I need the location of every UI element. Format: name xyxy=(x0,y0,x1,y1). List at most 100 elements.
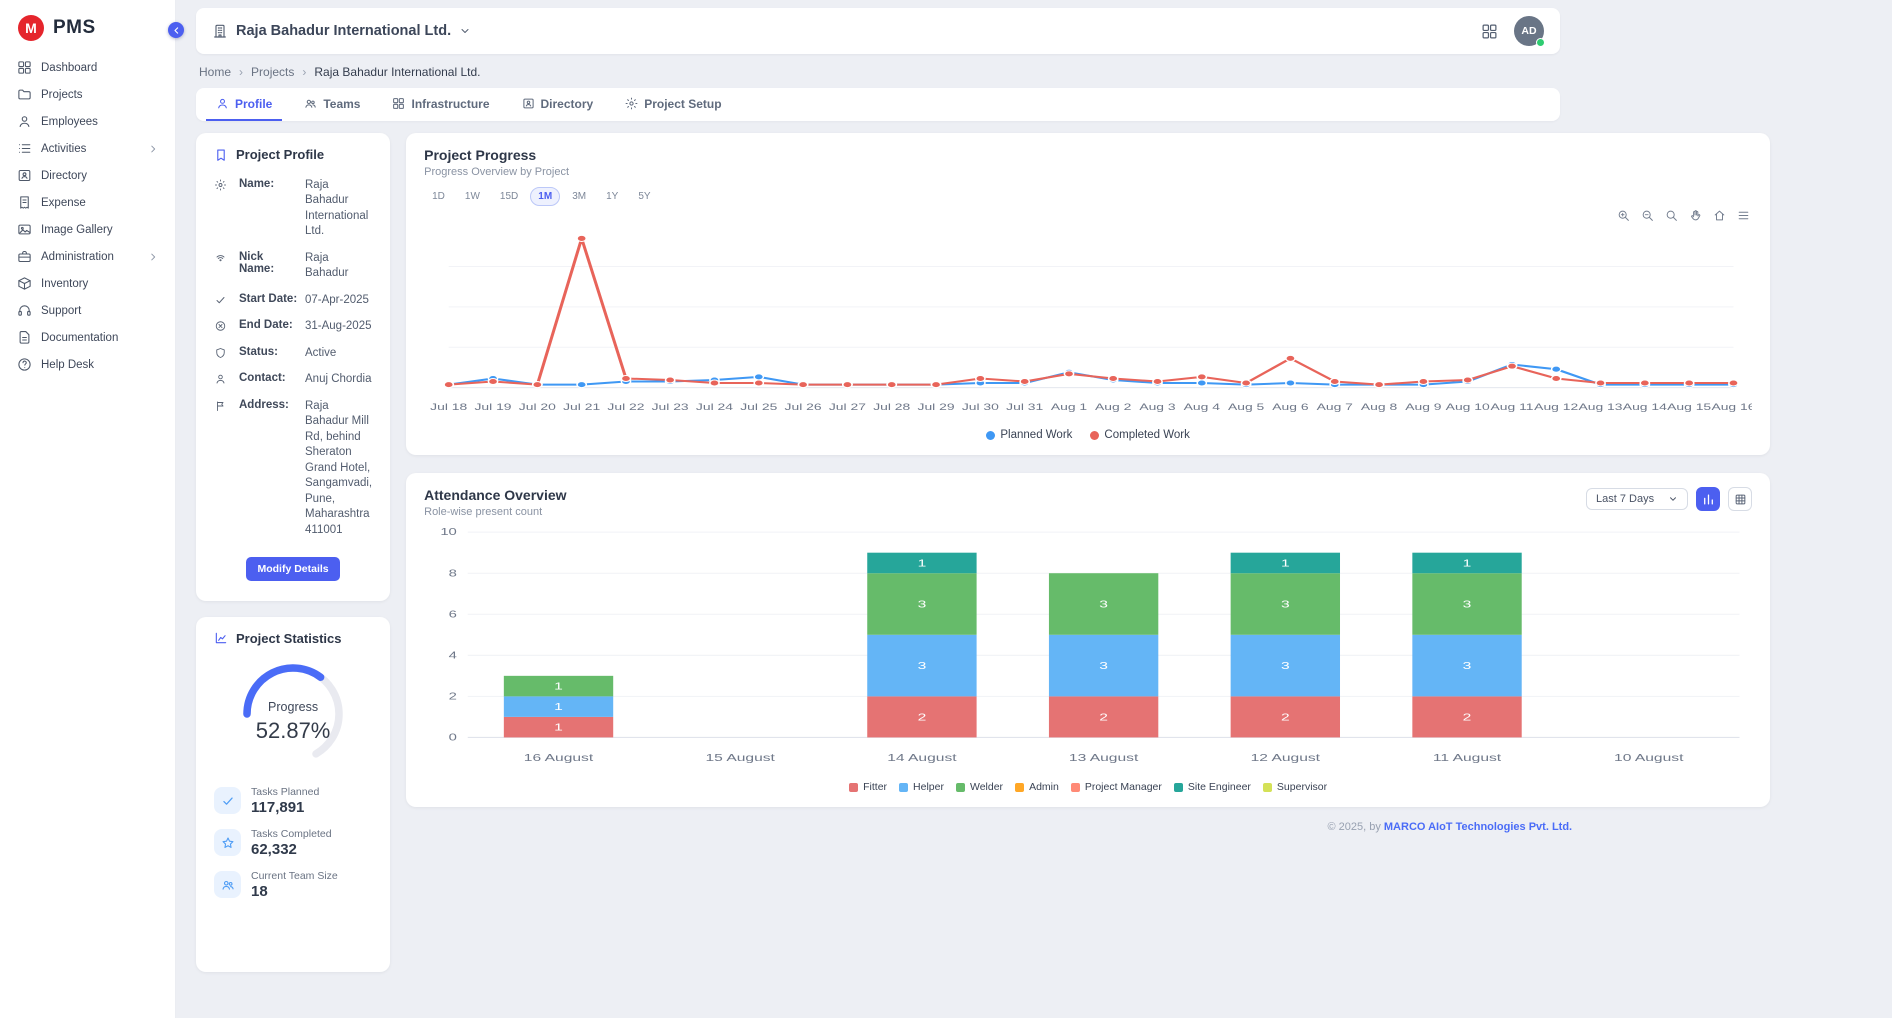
legend-item[interactable]: Helper xyxy=(899,781,944,793)
svg-text:Jul 22: Jul 22 xyxy=(608,402,645,412)
legend-item[interactable]: Fitter xyxy=(849,781,887,793)
sidebar-item-documentation[interactable]: Documentation xyxy=(8,325,167,350)
project-profile-card: Project Profile Name: Raja Bahadur Inter… xyxy=(196,133,390,601)
field-value: Raja Bahadur International Ltd. xyxy=(305,178,372,240)
range-1y-button[interactable]: 1Y xyxy=(598,187,626,206)
range-3m-button[interactable]: 3M xyxy=(564,187,594,206)
range-1d-button[interactable]: 1D xyxy=(424,187,453,206)
company-selector[interactable]: Raja Bahadur International Ltd. xyxy=(212,23,471,39)
chart-subtitle: Progress Overview by Project xyxy=(424,166,1752,178)
shield-icon xyxy=(214,346,227,359)
sidebar-item-label: Projects xyxy=(41,89,83,101)
pan-icon[interactable] xyxy=(1689,209,1702,222)
sidebar-item-help-desk[interactable]: Help Desk xyxy=(8,352,167,377)
project-progress-chart[interactable]: Jul 18Jul 19Jul 20Jul 21Jul 22Jul 23Jul … xyxy=(424,214,1752,422)
tab-infrastructure[interactable]: Infrastructure xyxy=(382,88,499,121)
sidebar-item-dashboard[interactable]: Dashboard xyxy=(8,55,167,80)
user-avatar[interactable]: AD xyxy=(1514,16,1544,46)
chart-view-button[interactable] xyxy=(1696,487,1720,511)
chevron-right-icon xyxy=(148,252,158,262)
box-icon xyxy=(17,276,32,291)
card-title: Project Statistics xyxy=(236,631,342,646)
stat-label: Tasks Completed xyxy=(251,828,332,840)
breadcrumb-current: Raja Bahadur International Ltd. xyxy=(314,65,480,79)
legend-item[interactable]: Site Engineer xyxy=(1174,781,1251,793)
footer-company-link[interactable]: MARCO AIoT Technologies Pvt. Ltd. xyxy=(1384,821,1572,833)
tab-project-setup[interactable]: Project Setup xyxy=(615,88,731,121)
table-view-button[interactable] xyxy=(1728,487,1752,511)
zoom-in-icon[interactable] xyxy=(1617,209,1630,222)
svg-text:Jul 29: Jul 29 xyxy=(918,402,955,412)
field-value: 07-Apr-2025 xyxy=(305,293,372,309)
legend-item[interactable]: Completed Work xyxy=(1090,429,1189,441)
sidebar-item-support[interactable]: Support xyxy=(8,298,167,323)
breadcrumb-projects[interactable]: Projects xyxy=(251,65,294,79)
page-footer: © 2025, by MARCO AIoT Technologies Pvt. … xyxy=(406,821,1770,833)
range-5y-button[interactable]: 5Y xyxy=(630,187,658,206)
tab-profile[interactable]: Profile xyxy=(206,88,282,121)
svg-text:1: 1 xyxy=(554,701,563,713)
help-circle-icon xyxy=(17,357,32,372)
stat-label: Tasks Planned xyxy=(251,786,319,798)
attendance-overview-card: Attendance Overview Role-wise present co… xyxy=(406,473,1770,807)
page-content: Raja Bahadur International Ltd. AD Home … xyxy=(176,0,1560,972)
range-1m-button[interactable]: 1M xyxy=(530,187,560,206)
range-1w-button[interactable]: 1W xyxy=(457,187,488,206)
sidebar-item-projects[interactable]: Projects xyxy=(8,82,167,107)
field-value: 31-Aug-2025 xyxy=(305,319,372,335)
tab-teams[interactable]: Teams xyxy=(294,88,370,121)
zoom-select-icon[interactable] xyxy=(1665,209,1678,222)
sidebar-item-expense[interactable]: Expense xyxy=(8,190,167,215)
menu-icon[interactable] xyxy=(1737,209,1750,222)
timerange-select[interactable]: Last 7 Days xyxy=(1586,488,1688,510)
modify-details-button[interactable]: Modify Details xyxy=(246,557,339,581)
chart-title: Attendance Overview xyxy=(424,487,566,503)
home-icon[interactable] xyxy=(1713,209,1726,222)
tab-directory[interactable]: Directory xyxy=(512,88,604,121)
svg-text:Aug 12: Aug 12 xyxy=(1534,402,1578,412)
zoom-out-icon[interactable] xyxy=(1641,209,1654,222)
breadcrumb-home[interactable]: Home xyxy=(199,65,231,79)
field-value: Anuj Chordia xyxy=(305,372,372,388)
svg-text:2: 2 xyxy=(1281,711,1290,723)
gear-icon xyxy=(214,178,227,191)
field-label: Address: xyxy=(239,399,299,411)
stat-current-team-size: Current Team Size 18 xyxy=(214,870,372,900)
legend-item[interactable]: Welder xyxy=(956,781,1003,793)
sidebar-item-label: Directory xyxy=(41,170,87,182)
range-15d-button[interactable]: 15D xyxy=(492,187,526,206)
chevron-down-icon xyxy=(459,25,471,37)
svg-text:Jul 31: Jul 31 xyxy=(1006,402,1043,412)
sidebar-collapse-button[interactable] xyxy=(168,22,184,38)
sidebar-item-directory[interactable]: Directory xyxy=(8,163,167,188)
sidebar-item-label: Dashboard xyxy=(41,62,97,74)
svg-text:8: 8 xyxy=(449,568,457,579)
sidebar-item-image-gallery[interactable]: Image Gallery xyxy=(8,217,167,242)
svg-text:Jul 24: Jul 24 xyxy=(696,402,734,412)
svg-text:Aug 1: Aug 1 xyxy=(1051,402,1087,412)
stat-tasks-completed: Tasks Completed 62,332 xyxy=(214,828,372,858)
legend-item[interactable]: Admin xyxy=(1015,781,1059,793)
sidebar-item-administration[interactable]: Administration xyxy=(8,244,167,269)
field-label: Contact: xyxy=(239,372,299,384)
project-progress-card: Project Progress Progress Overview by Pr… xyxy=(406,133,1770,455)
legend-item[interactable]: Supervisor xyxy=(1263,781,1327,793)
sidebar-item-activities[interactable]: Activities xyxy=(8,136,167,161)
breadcrumb: Home › Projects › Raja Bahadur Internati… xyxy=(199,65,1560,79)
svg-text:3: 3 xyxy=(918,598,927,610)
line-chart-legend: Planned Work Completed Work xyxy=(424,429,1752,441)
sidebar-item-employees[interactable]: Employees xyxy=(8,109,167,134)
apps-grid-button[interactable] xyxy=(1481,23,1498,40)
sidebar-item-inventory[interactable]: Inventory xyxy=(8,271,167,296)
legend-item[interactable]: Project Manager xyxy=(1071,781,1162,793)
sidebar-item-label: Image Gallery xyxy=(41,224,113,236)
field-label: Status: xyxy=(239,346,299,358)
svg-text:1: 1 xyxy=(1463,557,1472,569)
sidebar-item-label: Help Desk xyxy=(41,359,94,371)
svg-text:Aug 3: Aug 3 xyxy=(1139,402,1176,412)
legend-item[interactable]: Planned Work xyxy=(986,429,1072,441)
team-icon xyxy=(221,878,235,892)
circle-x-icon xyxy=(214,319,227,332)
app-logo[interactable]: M PMS xyxy=(0,0,175,53)
field-value: Raja Bahadur Mill Rd, behind Sheraton Gr… xyxy=(305,399,372,539)
